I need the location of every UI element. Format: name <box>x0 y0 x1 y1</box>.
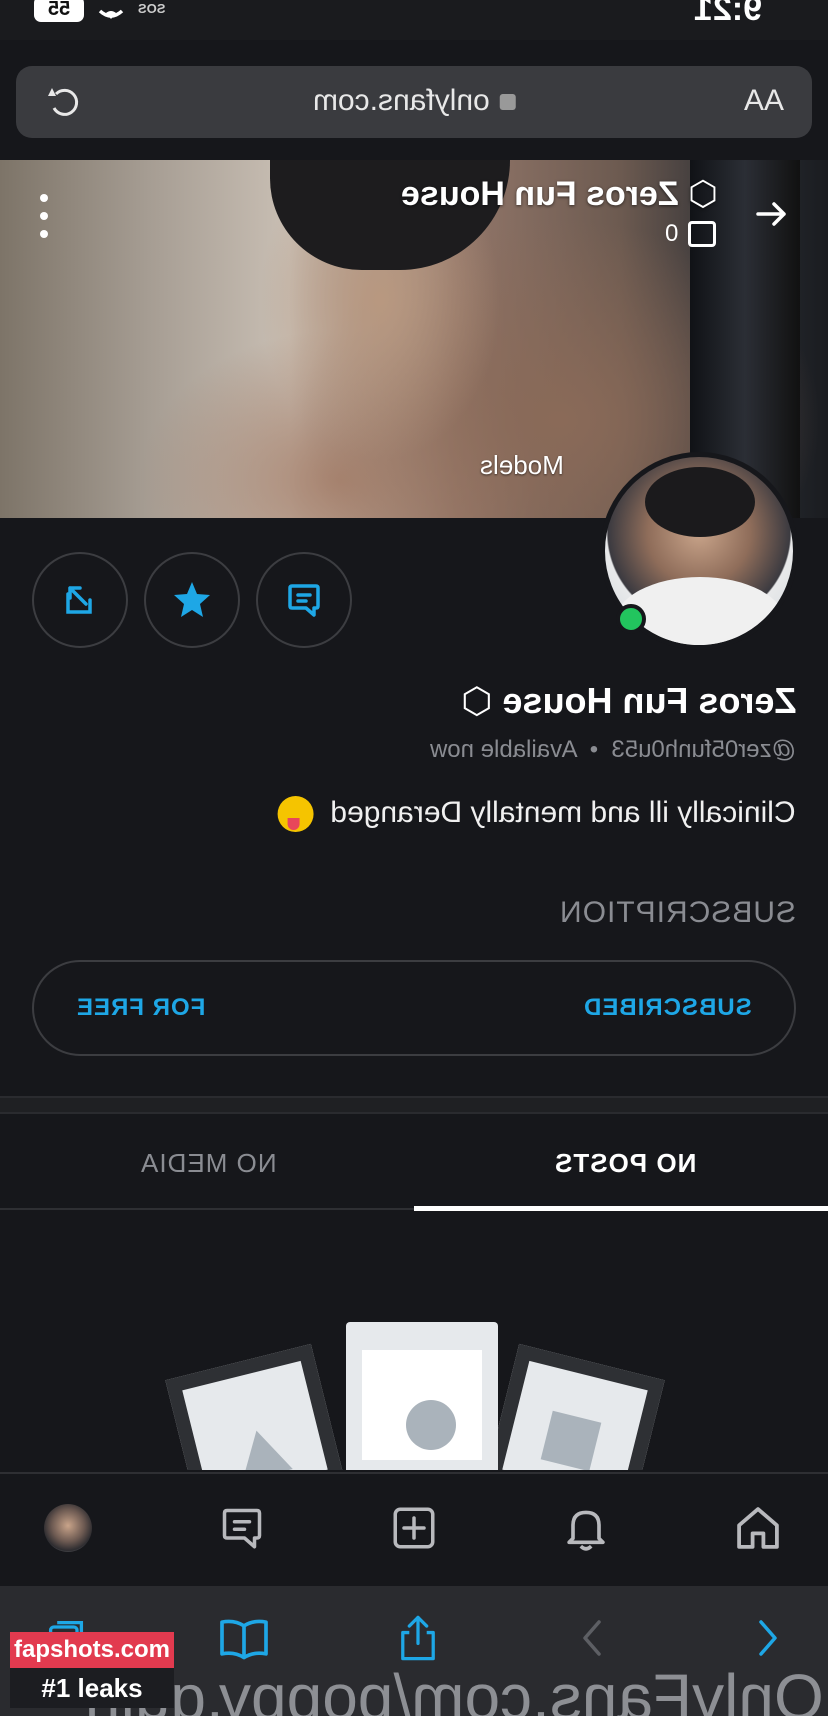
nav-messages[interactable] <box>214 1500 270 1556</box>
favorite-button[interactable] <box>144 552 240 648</box>
more-options-icon[interactable] <box>36 194 52 238</box>
cover-title: ⬡ Zeros Fun House <box>401 175 718 213</box>
status-icons: 55 SOS <box>34 0 165 22</box>
subscription-price: FOR FREE <box>76 994 206 1021</box>
watermark-line-2: #1 leaks <box>10 1668 174 1708</box>
media-count: 0 <box>665 220 716 248</box>
forward-button[interactable] <box>738 1608 798 1668</box>
wifi-icon <box>98 9 124 19</box>
tongue-emoji-icon <box>278 796 315 833</box>
profile-name: Zeros Fun House ⬡ <box>460 680 796 721</box>
cover-watermark: Models <box>480 450 564 480</box>
clock: 9:21 <box>693 0 762 28</box>
bell-icon <box>567 1510 605 1551</box>
share-button[interactable] <box>388 1608 448 1668</box>
sos-indicator: SOS <box>138 1 166 16</box>
photo-icon <box>406 1400 456 1450</box>
image-icon <box>688 221 716 247</box>
battery-icon: 55 <box>34 0 84 22</box>
content-tabs: NO MEDIA NO POSTS <box>0 1114 828 1211</box>
app-bottom-nav <box>0 1472 828 1586</box>
message-button[interactable] <box>256 552 352 648</box>
home-icon <box>737 1507 779 1549</box>
share-profile-button[interactable] <box>32 552 128 648</box>
message-icon <box>222 1508 262 1549</box>
section-divider <box>0 1096 828 1114</box>
avatar-detail <box>645 467 755 537</box>
arrow-right-icon[interactable] <box>752 194 792 234</box>
tab-posts[interactable]: NO POSTS <box>554 1148 696 1179</box>
photo-card-illustration <box>346 1322 498 1470</box>
share-icon <box>66 586 92 614</box>
back-button[interactable] <box>562 1608 622 1668</box>
url-text[interactable]: onlyfans.com <box>16 84 812 118</box>
nav-home[interactable] <box>730 1500 786 1556</box>
bookmarks-button[interactable] <box>214 1608 274 1668</box>
share-icon <box>401 1615 435 1661</box>
subscription-state: SUBSCRIBED <box>583 994 752 1021</box>
subscribe-button[interactable]: FOR FREE SUBSCRIBED <box>32 960 796 1056</box>
url-bar[interactable]: onlyfans.com AA <box>16 66 812 138</box>
online-indicator <box>616 604 646 634</box>
active-tab-indicator <box>414 1206 828 1211</box>
site-watermark: fapshots.com #1 leaks <box>10 1632 174 1708</box>
message-icon <box>288 584 320 617</box>
profile-avatar <box>44 1504 92 1552</box>
forward-icon <box>759 1620 777 1656</box>
bookmarks-icon <box>220 1619 268 1660</box>
back-icon <box>583 1620 601 1656</box>
plus-square-icon <box>393 1507 435 1549</box>
nav-notifications[interactable] <box>558 1500 614 1556</box>
lock-icon <box>499 94 516 110</box>
star-icon <box>174 582 210 617</box>
text-size-button[interactable]: AA <box>744 84 784 118</box>
nav-add-post[interactable] <box>386 1500 442 1556</box>
nav-profile[interactable] <box>40 1500 96 1556</box>
profile-handle: @zer05funh0u53 • Available now <box>430 736 796 763</box>
empty-state-illustration <box>0 1290 828 1470</box>
subscription-heading: SUBSCRIPTION <box>558 896 796 929</box>
profile-bio: Clinically ill and mentally Deranged <box>278 796 796 833</box>
watermark-line-1: fapshots.com <box>10 1632 174 1668</box>
status-bar: 55 SOS 9:21 <box>0 0 828 40</box>
tab-media[interactable]: NO MEDIA <box>140 1148 277 1179</box>
